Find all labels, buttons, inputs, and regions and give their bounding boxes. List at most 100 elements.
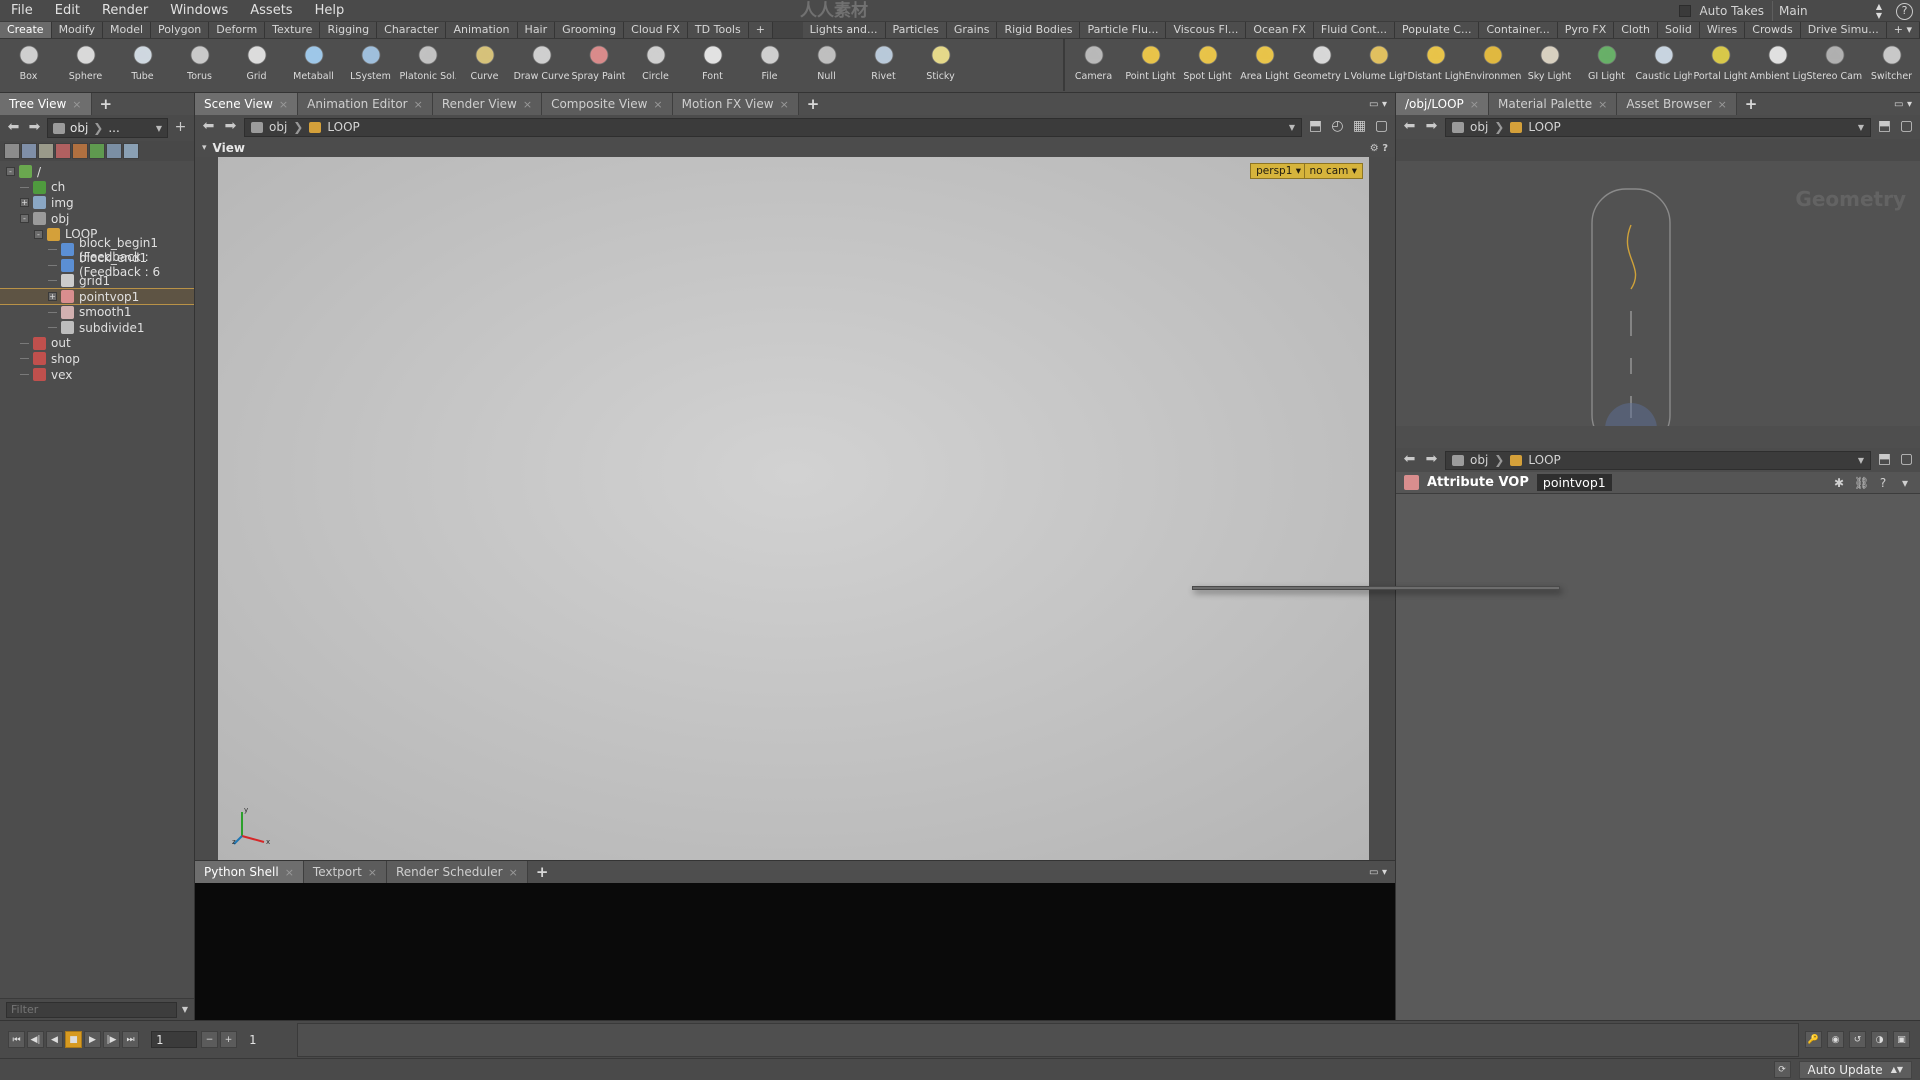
tab-render-view[interactable]: Render View × [432,93,543,115]
scope-icon[interactable]: ◑ [1871,1031,1888,1048]
shelf-tab-deform[interactable]: Deform [209,22,266,38]
tree-node-ch[interactable]: ch [0,180,194,196]
chevron-down-icon[interactable]: ▼ [1858,123,1864,132]
tree-node-img[interactable]: + img [0,195,194,211]
panel-menu-icon[interactable]: ▭ ▾ [1886,93,1920,115]
network-path-input[interactable]: obj ❯ LOOP ▼ [1445,117,1871,137]
shelf-tool-environmen-[interactable]: Environmen... [1464,39,1521,91]
back-arrow-icon[interactable]: ⬅ [5,119,22,137]
undo-icon[interactable]: ↺ [1849,1031,1866,1048]
tab-tree-view[interactable]: Tree View × [0,93,92,115]
shelf-tool-file[interactable]: File [741,39,798,91]
tree-filter-input[interactable] [6,1001,177,1018]
shelf-tab-animation[interactable]: Animation [446,22,518,38]
close-icon[interactable]: × [72,98,81,111]
shelf-add-tab-icon[interactable]: + [748,22,773,38]
scene-clock-icon[interactable]: ◴ [1329,118,1346,136]
shelf-tab-grooming[interactable]: Grooming [555,22,625,38]
chop-filter-icon[interactable] [89,143,105,159]
parameters-maximize-icon[interactable]: ▢ [1898,451,1915,469]
shelf-tool-sky-light[interactable]: Sky Light [1521,39,1578,91]
menu-render[interactable]: Render [91,0,159,22]
tree-expander-icon[interactable]: - [6,167,15,177]
parameters-pin-icon[interactable]: ⬒ [1876,451,1893,469]
menu-assets[interactable]: Assets [239,0,303,22]
stop-button[interactable]: ■ [65,1031,82,1048]
shelf-tool-tube[interactable]: Tube [114,39,171,91]
close-icon[interactable]: × [414,98,423,111]
shelf-tab-rigging[interactable]: Rigging [320,22,378,38]
forward-arrow-icon[interactable]: ➡ [26,119,43,137]
tree-node-vex[interactable]: vex [0,367,194,383]
menu-windows[interactable]: Windows [159,0,239,22]
tree-node-shop[interactable]: shop [0,351,194,367]
close-icon[interactable]: × [653,98,662,111]
tree-expander-icon[interactable]: + [20,198,29,208]
shelf-tab-create[interactable]: Create [0,22,52,38]
end-value-field[interactable]: 1 [245,1031,291,1048]
chevron-down-icon[interactable]: ▼ [1289,123,1295,132]
back-arrow-icon[interactable]: ⬅ [1401,451,1418,469]
tree-path-input[interactable]: obj ❯ ... ▼ [47,118,168,138]
scene-layout-icon[interactable]: ▦ [1351,118,1368,136]
shelf-tool-point-light[interactable]: Point Light [1122,39,1179,91]
menu-file[interactable]: File [0,0,44,22]
tree-node-subdivide1[interactable]: subdivide1 [0,320,194,336]
tree-expander-icon[interactable]: + [48,292,57,302]
play-forward-button[interactable]: ▶ [84,1031,101,1048]
key-icon[interactable]: 🔑 [1805,1031,1822,1048]
record-icon[interactable]: ◉ [1827,1031,1844,1048]
shelf-tab-grains[interactable]: Grains [946,22,998,38]
tree-node-pointvop1[interactable]: + pointvop1 [0,287,194,306]
tab-textport[interactable]: Textport × [303,861,387,883]
shelf-tab-drive-simu-[interactable]: Drive Simu... [1800,22,1887,38]
play-reverse-button[interactable]: ◀ [46,1031,63,1048]
shelf-tool-platonic-sol-[interactable]: Platonic Sol... [399,39,456,91]
close-icon[interactable]: × [368,866,377,879]
obj-filter-icon[interactable] [4,143,20,159]
tab-render-scheduler[interactable]: Render Scheduler × [387,861,528,883]
menu-help[interactable]: Help [304,0,356,22]
panel-menu-icon[interactable]: ▭ ▾ [1361,861,1395,883]
network-pin-icon[interactable]: ⬒ [1876,118,1893,136]
scene-maximize-icon[interactable]: ▢ [1373,118,1390,136]
add-tab-icon[interactable]: + [528,861,557,883]
gear-icon[interactable]: ✱ [1832,476,1846,490]
rop-filter-icon[interactable] [72,143,88,159]
forward-arrow-icon[interactable]: ➡ [222,118,239,136]
tree-node-grid1[interactable]: grid1 [0,273,194,289]
close-icon[interactable]: × [780,98,789,111]
shelf-tab-cloud-fx[interactable]: Cloud FX [624,22,688,38]
close-icon[interactable]: × [523,98,532,111]
shelf-tool-distant-light[interactable]: Distant Light [1407,39,1464,91]
close-icon[interactable]: × [285,866,294,879]
shelf-tool-spot-light[interactable]: Spot Light [1179,39,1236,91]
close-icon[interactable]: × [509,866,518,879]
vop-filter-icon[interactable] [123,143,139,159]
tree-expander-icon[interactable]: - [34,229,43,239]
increment-button[interactable]: + [220,1031,237,1048]
close-icon[interactable]: × [1470,98,1479,111]
shelf-tab-td-tools[interactable]: TD Tools [687,22,749,38]
python-shell-output[interactable] [195,883,1395,1020]
shelf-tab-container-[interactable]: Container... [1479,22,1558,38]
shelf-tool-area-light[interactable]: Area Light [1236,39,1293,91]
chevron-down-icon[interactable]: ▼ [156,124,162,133]
shelf-tool-draw-curve[interactable]: Draw Curve [513,39,570,91]
shelf-tool-curve[interactable]: Curve [456,39,513,91]
close-icon[interactable]: × [1598,98,1607,111]
shelf-tab-wires[interactable]: Wires [1699,22,1746,38]
shelf-tool-metaball[interactable]: Metaball [285,39,342,91]
camera-tag[interactable]: persp1 ▾ [1250,163,1307,179]
shelf-tool-grid[interactable]: Grid [228,39,285,91]
add-tab-icon[interactable]: + [92,93,121,115]
tab-composite-view[interactable]: Composite View × [542,93,673,115]
chevron-down-icon[interactable]: ▼ [182,1005,188,1014]
shelf-tool-caustic-light[interactable]: Caustic Light [1635,39,1692,91]
shelf-tab-particle-flu-[interactable]: Particle Flu... [1080,22,1167,38]
shelf-tab-polygon[interactable]: Polygon [151,22,210,38]
add-tab-icon[interactable]: + [1737,93,1766,115]
tree-node-smooth1[interactable]: smooth1 [0,304,194,320]
shelf-tab-cloth[interactable]: Cloth [1614,22,1658,38]
chevron-down-icon[interactable]: ▾ [1898,476,1912,490]
